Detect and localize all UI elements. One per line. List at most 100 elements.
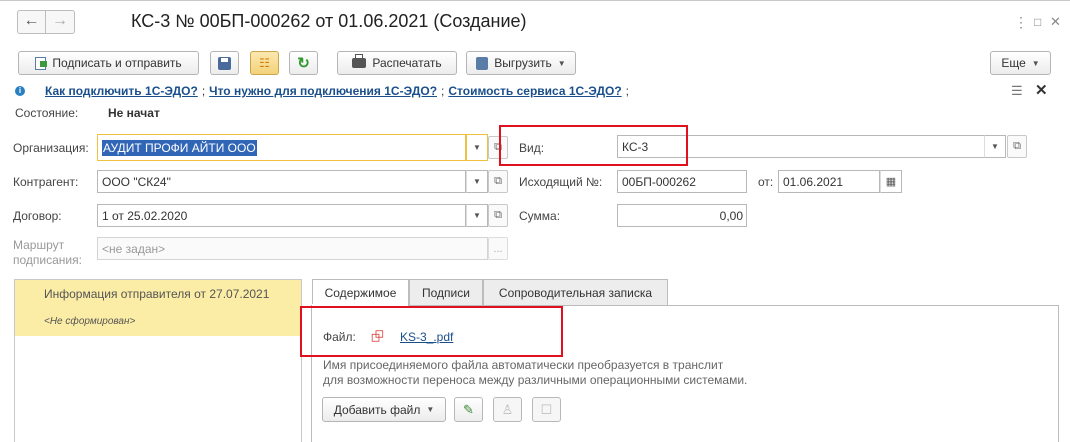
info-icon: i [15,86,25,96]
chevron-down-icon: ▼ [557,58,566,68]
contract-value: 1 от 25.02.2020 [102,208,188,223]
status-value: Не начат [108,106,160,120]
transliteration-hint: Имя присоединяемого файла автоматически … [323,358,747,388]
link-separator: ; [625,84,630,98]
printer-icon [352,54,367,68]
structure-button[interactable]: ☷ [250,51,279,75]
more-label: Еще [1001,56,1026,70]
sign-and-send-label: Подписать и отправить [52,56,182,70]
refresh-button[interactable]: ↻ [289,51,318,75]
export-label: Выгрузить [494,56,552,70]
organization-label: Организация: [13,141,89,155]
chevron-down-icon: ▼ [473,143,481,152]
calendar-icon: ▦ [885,176,897,188]
edit-file-button[interactable]: ✎ [454,397,483,422]
more-button[interactable]: Еще ▼ [990,51,1051,75]
tab-content[interactable]: Содержимое [312,279,409,306]
organization-value: АУДИТ ПРОФИ АЙТИ ООО [102,139,257,156]
back-arrow-icon[interactable]: ← [17,10,46,34]
export-button[interactable]: Выгрузить ▼ [466,51,576,75]
link-what-needed[interactable]: Что нужно для подключения 1С-ЭДО? [209,84,437,98]
tab-cover-note-label: Сопроводительная записка [498,285,653,300]
open-link-icon: ⧉ [1013,140,1021,152]
date-field[interactable]: 01.06.2021 [778,170,880,193]
route-select-button: ... [488,237,508,260]
link-separator: ; [441,84,445,98]
date-label: от: [758,175,774,189]
page-title: КС-3 № 00БП-000262 от 01.06.2021 (Создан… [131,11,527,31]
sender-info-title: Информация отправителя от 27.07.2021 [44,287,270,301]
route-value: <не задан> [102,241,166,256]
link-how-connect[interactable]: Как подключить 1С-ЭДО? [45,84,198,98]
list-icon[interactable]: ☰ [1011,83,1023,99]
counterparty-field[interactable]: ООО "СК24" [97,170,466,193]
save-icon [218,56,231,70]
sign-and-send-button[interactable]: Подписать и отправить [18,51,199,75]
counterparty-value: ООО "СК24" [102,174,171,189]
export-icon [476,56,489,70]
forward-arrow-icon[interactable]: → [46,10,75,34]
counterparty-open-button[interactable]: ⧉ [488,170,508,193]
tab-cover-note[interactable]: Сопроводительная записка [483,279,668,305]
close-panel-icon[interactable]: ✕ [1035,81,1048,99]
stamp-icon: ♙ [501,401,514,417]
contract-open-button[interactable]: ⧉ [488,204,508,227]
sum-value: 0,00 [719,208,743,223]
print-button[interactable]: Распечатать [337,51,457,75]
tab-content-label: Содержимое [324,286,397,300]
status-label: Состояние: [15,106,79,120]
outgoing-number-field[interactable]: 00БП-000262 [617,170,747,193]
chevron-down-icon: ▼ [426,405,435,414]
sender-info-subtitle: <Не сформирован> [44,316,136,327]
contract-field[interactable]: 1 от 25.02.2020 [97,204,466,227]
hint-line-2: для возможности переноса между различным… [323,373,748,387]
route-select-label: ... [493,242,503,255]
sum-field[interactable]: 0,00 [617,204,747,227]
route-field: <не задан> [97,237,488,260]
route-label-line1: Маршрут [13,238,65,252]
stamp-button: ♙ [493,397,522,422]
add-file-button[interactable]: Добавить файл ▼ [322,397,446,422]
route-label: Маршрут подписания: [13,238,82,268]
date-value: 01.06.2021 [783,174,844,189]
refresh-icon: ↻ [297,55,310,72]
open-link-icon: ⧉ [494,209,502,221]
edo-links-row: i Как подключить 1С-ЭДО? ; Что нужно для… [15,84,629,98]
chevron-down-icon: ▼ [1031,58,1040,68]
highlight-kind-box [499,125,688,166]
calendar-button[interactable]: ▦ [880,170,902,193]
counterparty-dropdown[interactable]: ▼ [466,170,488,193]
sign-send-icon [35,56,48,70]
kind-open-button[interactable]: ⧉ [1007,135,1027,158]
link-service-cost[interactable]: Стоимость сервиса 1С-ЭДО? [448,84,621,98]
highlight-file-box [300,306,563,357]
hint-line-1: Имя присоединяемого файла автоматически … [323,358,724,372]
close-icon[interactable]: ✕ [1050,14,1061,30]
chevron-down-icon: ▼ [473,177,481,186]
maximize-icon[interactable]: □ [1034,15,1041,29]
unlock-button: ☐ [532,397,561,422]
chevron-down-icon: ▼ [473,211,481,220]
print-label: Распечатать [372,56,442,70]
kind-dropdown[interactable]: ▼ [984,135,1006,158]
outgoing-number-value: 00БП-000262 [622,174,696,189]
unlock-icon: ☐ [540,401,553,417]
tab-signatures[interactable]: Подписи [409,279,483,305]
tab-signatures-label: Подписи [422,285,470,300]
top-border [0,0,1070,1]
save-button[interactable] [210,51,239,75]
sum-label: Сумма: [519,209,561,223]
outgoing-number-label: Исходящий №: [519,175,603,189]
route-label-line2: подписания: [13,253,82,267]
chevron-down-icon: ▼ [991,142,999,151]
hierarchy-icon: ☷ [259,56,270,70]
more-vertical-icon[interactable]: ⋮ [1014,14,1028,31]
organization-field[interactable]: АУДИТ ПРОФИ АЙТИ ООО [97,134,466,161]
contract-dropdown[interactable]: ▼ [466,204,488,227]
link-separator: ; [201,84,206,98]
edit-pencil-icon: ✎ [463,401,474,417]
open-link-icon: ⧉ [494,175,502,187]
organization-dropdown[interactable]: ▼ [466,134,488,161]
counterparty-label: Контрагент: [13,175,79,189]
contract-label: Договор: [13,209,62,223]
